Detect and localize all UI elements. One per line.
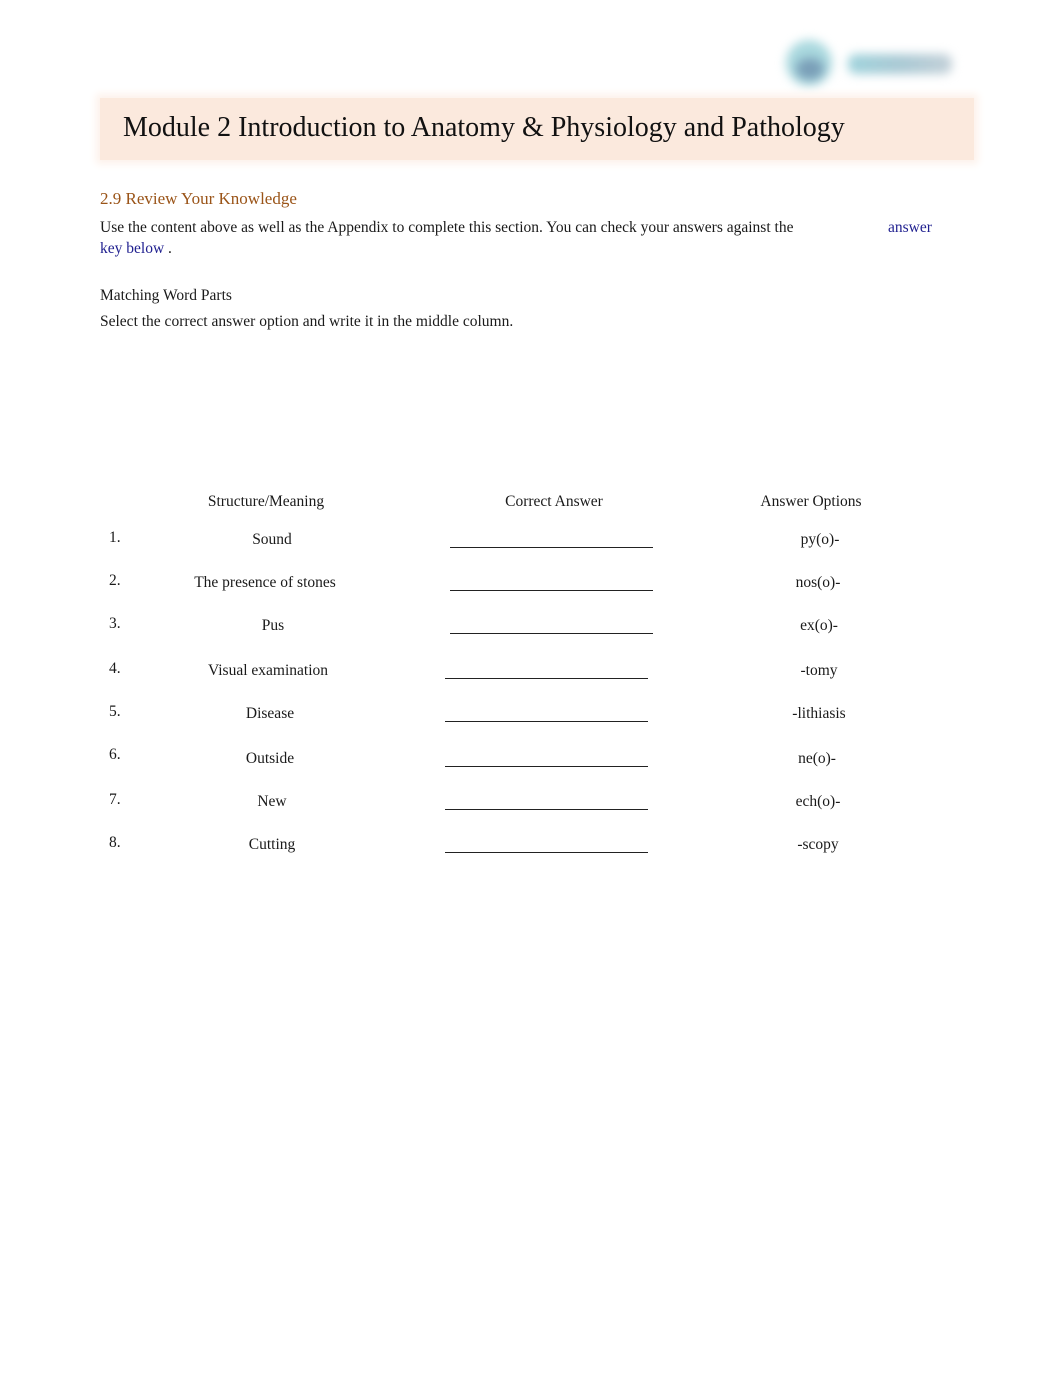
table-row: 8. Cutting -scopy [0,834,1062,860]
logo-wordmark [848,54,952,74]
table-row: 2. The presence of stones nos(o)- [0,572,1062,598]
table-row: 1. Sound py(o)- [0,529,1062,555]
row-meaning: The presence of stones [194,574,336,591]
answer-option: ne(o)- [798,750,836,767]
answer-blank[interactable] [450,547,653,548]
page-title: Module 2 Introduction to Anatomy & Physi… [123,112,845,143]
intro-text: Use the content above as well as the App… [100,219,794,236]
row-meaning: Pus [261,617,285,634]
intro-end: . [168,240,172,257]
answer-key-link-part2[interactable]: key below [100,240,164,257]
exercise-heading: Matching Word Parts [100,287,232,304]
section-title: 2.9 Review Your Knowledge [100,189,297,208]
row-number: 6. [109,746,121,763]
module-header: Module 2 Introduction to Anatomy & Physi… [100,98,974,160]
table-row: 7. New ech(o)- [0,791,1062,817]
answer-option: py(o)- [800,531,840,548]
answer-option: nos(o)- [795,574,841,591]
row-meaning: Disease [245,705,295,722]
column-header-answer: Correct Answer [505,493,603,510]
answer-blank[interactable] [445,678,648,679]
answer-blank[interactable] [445,766,648,767]
column-header-meaning: Structure/Meaning [207,493,325,510]
answer-option: -lithiasis [792,705,846,722]
answer-option: -tomy [800,662,838,679]
answer-blank[interactable] [450,590,653,591]
row-number: 8. [109,834,121,851]
answer-blank[interactable] [445,809,648,810]
intro-line-2: key below . [100,240,172,258]
row-meaning: Sound [252,531,292,548]
exercise-instruction: Select the correct answer option and wri… [100,313,514,330]
answer-option: ex(o)- [800,617,838,634]
answer-option: ech(o)- [795,793,841,810]
table-row: 6. Outside ne(o)- [0,746,1062,774]
answer-blank[interactable] [445,852,648,853]
row-meaning: New [257,793,287,810]
row-number: 2. [109,572,121,589]
column-header-options: Answer Options [760,493,862,510]
logo-mark-inner [796,58,824,80]
answer-key-link-part1[interactable]: answer [888,219,932,237]
answer-blank[interactable] [450,633,653,634]
row-number: 1. [109,529,121,546]
answer-option: -scopy [797,836,839,853]
row-number: 3. [109,615,121,632]
row-number: 4. [109,660,121,677]
row-number: 5. [109,703,121,720]
row-number: 7. [109,791,121,808]
table-row: 4. Visual examination -tomy [0,660,1062,686]
row-meaning: Cutting [248,836,296,853]
answer-blank[interactable] [445,721,648,722]
table-row: 3. Pus ex(o)- [0,615,1062,641]
row-meaning: Visual examination [207,662,329,679]
row-meaning: Outside [245,750,295,767]
table-row: 5. Disease -lithiasis [0,703,1062,729]
logo [780,36,960,92]
